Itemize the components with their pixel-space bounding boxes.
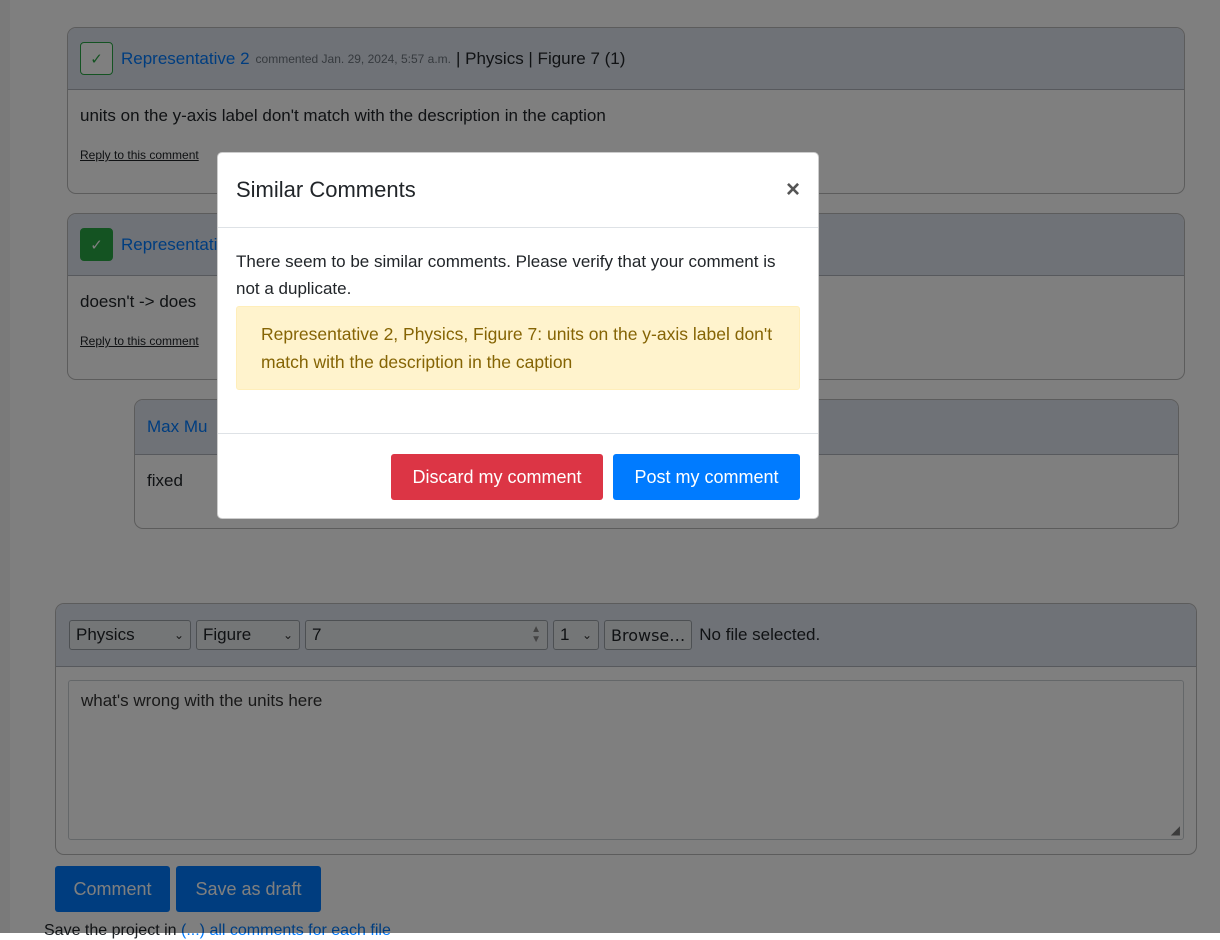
modal-body: There seem to be similar comments. Pleas… bbox=[218, 228, 818, 434]
modal-header: Similar Comments × bbox=[218, 153, 818, 228]
similar-comment-alert: Representative 2, Physics, Figure 7: uni… bbox=[236, 306, 800, 391]
close-icon[interactable]: × bbox=[786, 176, 800, 204]
modal-message: There seem to be similar comments. Pleas… bbox=[236, 252, 776, 299]
modal-footer: Discard my comment Post my comment bbox=[218, 434, 818, 518]
modal-title: Similar Comments bbox=[236, 177, 416, 202]
post-button[interactable]: Post my comment bbox=[613, 454, 800, 500]
similar-comments-modal: Similar Comments × There seem to be simi… bbox=[217, 152, 819, 519]
discard-button[interactable]: Discard my comment bbox=[391, 454, 603, 500]
